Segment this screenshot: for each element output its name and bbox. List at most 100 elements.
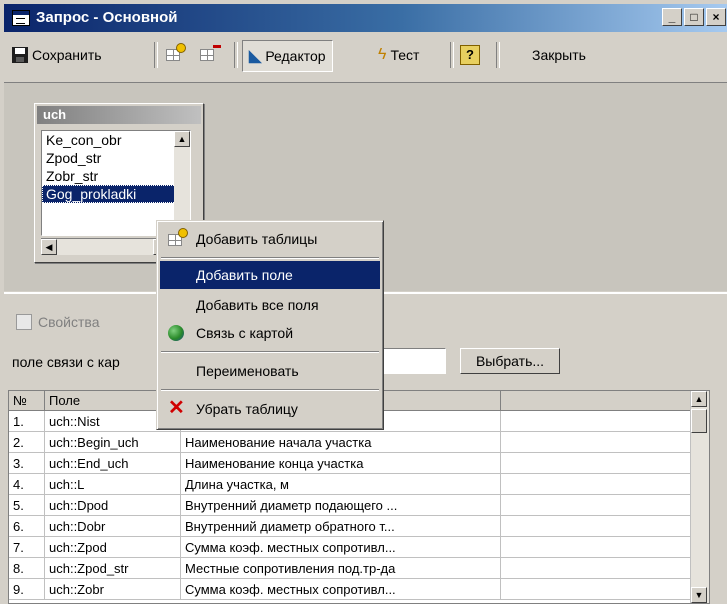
properties-button[interactable]: Свойства [16,314,99,330]
grid-scroll-thumb[interactable] [691,409,707,433]
cell-field[interactable]: uch::Dpod [45,495,181,516]
toolbar-separator [234,42,238,68]
menu-item-map-link[interactable]: Связь с картой [160,319,380,347]
table-row[interactable]: 9. uch::Zobr Сумма коэф. местных сопротивл… [9,579,709,600]
map-link-label: поле связи с кар [12,354,120,370]
grid-scroll-up-button[interactable]: ▲ [691,391,707,407]
cell-field[interactable]: uch::End_uch [45,453,181,474]
cell-extra[interactable] [501,474,691,495]
scroll-up-button[interactable]: ▲ [174,131,190,147]
field-list-item[interactable]: Ke_con_obr [42,131,190,149]
cell-number[interactable]: 5. [9,495,45,516]
toolbar: Сохранить ◣ Редактор ϟ Тест ? Закрыть [4,34,727,76]
add-table-button[interactable] [166,40,186,70]
menu-item-label: Добавить таблицы [196,231,318,247]
menu-separator [161,389,379,391]
window-title: Запрос - Основной [36,9,178,26]
remove-table-icon [200,45,221,61]
col-header-extra[interactable] [501,391,691,411]
cell-description[interactable]: Сумма коэф. местных сопротивл... [181,579,501,600]
menu-item-add-field[interactable]: Добавить поле [160,261,380,289]
lightning-icon: ϟ [378,46,387,63]
cell-field[interactable]: uch::Begin_uch [45,432,181,453]
menu-item-remove-table[interactable]: ✕ Убрать таблицу [160,395,380,423]
cell-number[interactable]: 6. [9,516,45,537]
cell-field[interactable]: uch::Dobr [45,516,181,537]
query-window: Запрос - Основной _ □ × Сохранить ◣ Реда… [0,0,727,604]
close-window-button[interactable]: × [706,8,726,26]
cell-extra[interactable] [501,537,691,558]
col-header-number[interactable]: № [9,391,45,411]
cell-field[interactable]: uch::Zobr [45,579,181,600]
grid-scrollbar[interactable]: ▲ ▼ [690,391,709,603]
editor-icon: ◣ [249,48,262,65]
cell-number[interactable]: 3. [9,453,45,474]
app-icon [12,10,30,26]
table-row[interactable]: 6. uch::Dobr Внутренний диаметр обратного … [9,516,709,537]
close-label: Закрыть [532,47,586,63]
cell-number[interactable]: 9. [9,579,45,600]
table-row[interactable]: 4. uch::L Длина участка, м [9,474,709,495]
menu-separator [161,351,379,353]
field-list-item[interactable]: Zobr_str [42,167,190,185]
minimize-button[interactable]: _ [662,8,682,26]
cell-extra[interactable] [501,453,691,474]
table-row[interactable]: 8. uch::Zpod_str Местные сопротивления под… [9,558,709,579]
cell-field[interactable]: uch::L [45,474,181,495]
cell-description[interactable]: Сумма коэф. местных сопротивл... [181,537,501,558]
close-button[interactable]: Закрыть [532,40,586,70]
table-row[interactable]: 3. uch::End_uch Наименование конца участка [9,453,709,474]
table-row[interactable]: 5. uch::Dpod Внутренний диаметр подающего … [9,495,709,516]
title-bar[interactable]: Запрос - Основной _ □ × [4,4,727,32]
floppy-icon [12,47,28,63]
scroll-left-button[interactable]: ◀ [41,239,57,255]
cell-field[interactable]: uch::Zpod_str [45,558,181,579]
cell-extra[interactable] [501,558,691,579]
editor-label: Редактор [265,48,326,64]
test-button[interactable]: ϟ Тест [378,40,419,70]
field-list-item-selected[interactable]: Gog_prokladki [42,185,190,203]
cell-extra[interactable] [501,495,691,516]
cell-description[interactable]: Наименование конца участка [181,453,501,474]
help-icon: ? [460,45,480,65]
cell-number[interactable]: 8. [9,558,45,579]
properties-icon [16,314,32,330]
menu-item-label: Добавить все поля [196,297,319,313]
add-table-icon [166,43,186,61]
menu-item-rename[interactable]: Переименовать [160,357,380,385]
table-row[interactable]: 2. uch::Begin_uch Наименование начала учас… [9,432,709,453]
cell-field[interactable]: uch::Zpod [45,537,181,558]
menu-item-label: Убрать таблицу [196,401,298,417]
cell-number[interactable]: 4. [9,474,45,495]
cell-description[interactable]: Длина участка, м [181,474,501,495]
choose-button[interactable]: Выбрать... [460,348,560,374]
menu-item-add-tables[interactable]: Добавить таблицы [160,225,380,253]
toolbar-separator [154,42,158,68]
menu-item-add-all-fields[interactable]: Добавить все поля [160,291,380,319]
cell-number[interactable]: 1. [9,411,45,432]
table-row[interactable]: 7. uch::Zpod Сумма коэф. местных сопротивл… [9,537,709,558]
cell-number[interactable]: 7. [9,537,45,558]
toolbar-separator [496,42,500,68]
remove-table-button[interactable] [200,40,221,70]
save-button[interactable]: Сохранить [12,40,102,70]
editor-button[interactable]: ◣ Редактор [242,40,333,72]
table-box-title[interactable]: uch [37,106,201,124]
cell-extra[interactable] [501,579,691,600]
cell-extra[interactable] [501,411,691,432]
cell-description[interactable]: Внутренний диаметр обратного т... [181,516,501,537]
field-list-item[interactable]: Zpod_str [42,149,190,167]
cell-description[interactable]: Внутренний диаметр подающего ... [181,495,501,516]
cell-extra[interactable] [501,432,691,453]
maximize-button[interactable]: □ [684,8,704,26]
menu-separator [161,257,379,259]
remove-icon: ✕ [168,397,185,419]
cell-description[interactable]: Местные сопротивления под.тр-да [181,558,501,579]
save-label: Сохранить [32,47,102,63]
help-button[interactable]: ? [460,40,480,70]
cell-description[interactable]: Наименование начала участка [181,432,501,453]
cell-extra[interactable] [501,516,691,537]
grid-scroll-down-button[interactable]: ▼ [691,587,707,603]
cell-number[interactable]: 2. [9,432,45,453]
menu-item-label: Связь с картой [196,325,294,341]
